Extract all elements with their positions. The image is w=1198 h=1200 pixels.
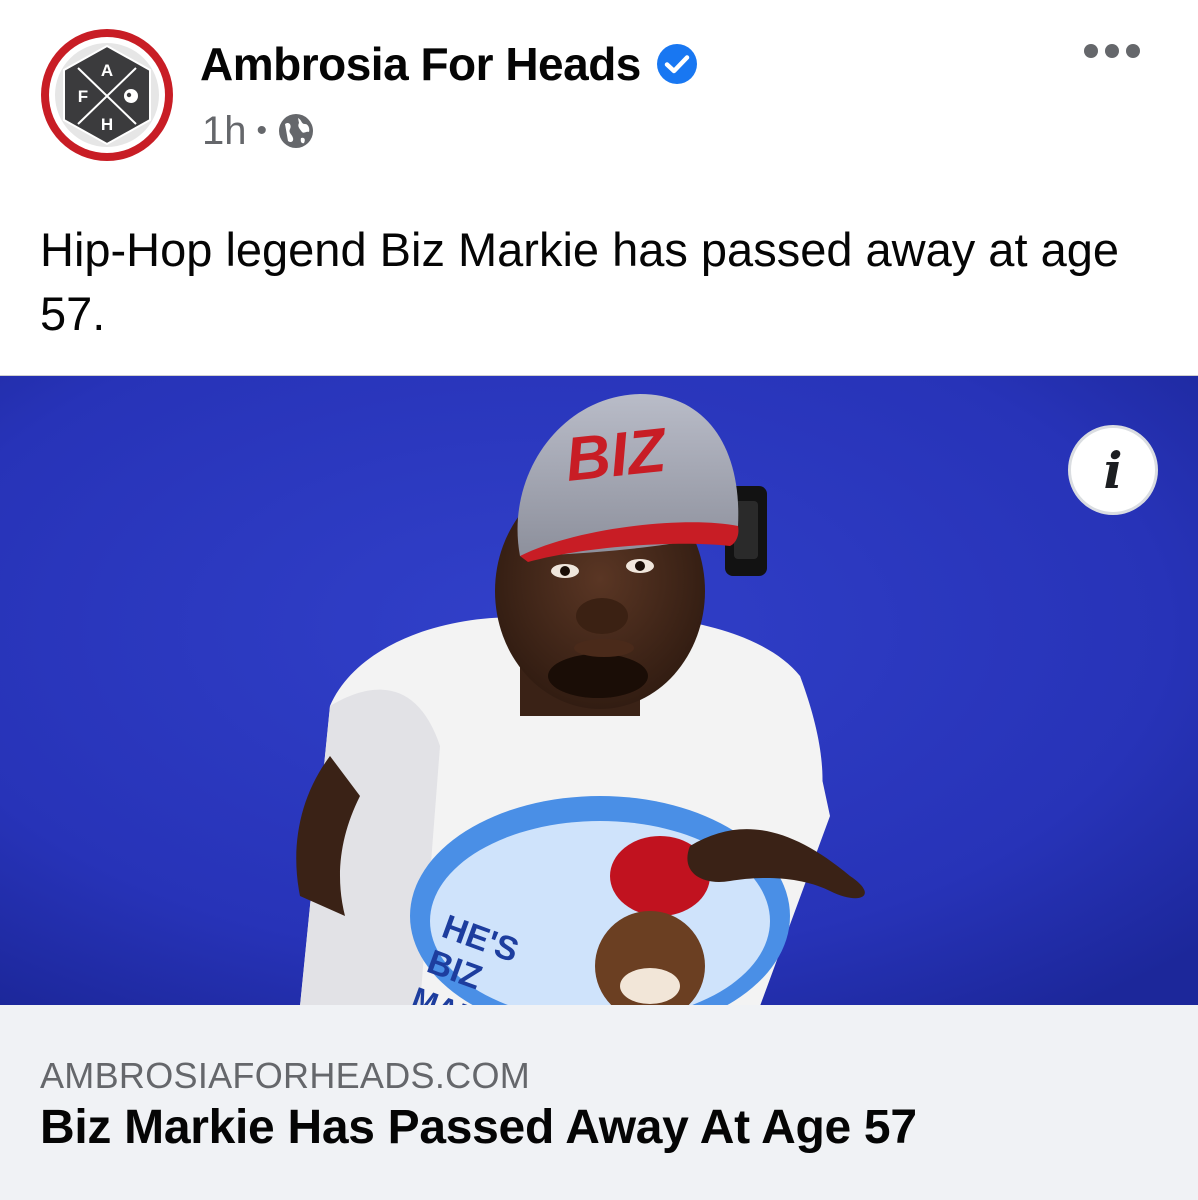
more-dot: [1084, 44, 1098, 58]
more-options-icon[interactable]: [1084, 44, 1140, 58]
more-dot: [1105, 44, 1119, 58]
post-image[interactable]: HE'S BIZ MARKIE BIZ: [0, 375, 1198, 1006]
globe-icon[interactable]: [277, 112, 315, 150]
avatar-letter-f: F: [78, 87, 88, 106]
post-timestamp[interactable]: 1h: [202, 109, 247, 154]
link-domain: AMBROSIAFORHEADS.COM: [40, 1055, 531, 1096]
verified-badge-icon: [656, 44, 697, 84]
info-icon[interactable]: i: [1068, 425, 1158, 515]
page-name[interactable]: Ambrosia For Heads: [200, 37, 641, 91]
link-title[interactable]: Biz Markie Has Passed Away At Age 57: [40, 1100, 917, 1155]
avatar-letter-h: H: [101, 115, 113, 134]
avatar-letter-a: A: [101, 61, 113, 80]
post-meta: 1h •: [202, 106, 315, 156]
post-text: Hip-Hop legend Biz Markie has passed awa…: [40, 223, 1119, 340]
page-avatar[interactable]: A F H: [40, 28, 174, 162]
cap-text: BIZ: [562, 416, 671, 495]
post-header: Ambrosia For Heads: [200, 36, 699, 92]
more-dot: [1126, 44, 1140, 58]
meta-separator: •: [256, 114, 268, 147]
link-preview[interactable]: AMBROSIAFORHEADS.COM Biz Markie Has Pass…: [0, 1005, 1198, 1200]
facebook-post: A F H Ambrosia For Heads 1h • Hip-Hop le…: [0, 0, 1198, 1200]
